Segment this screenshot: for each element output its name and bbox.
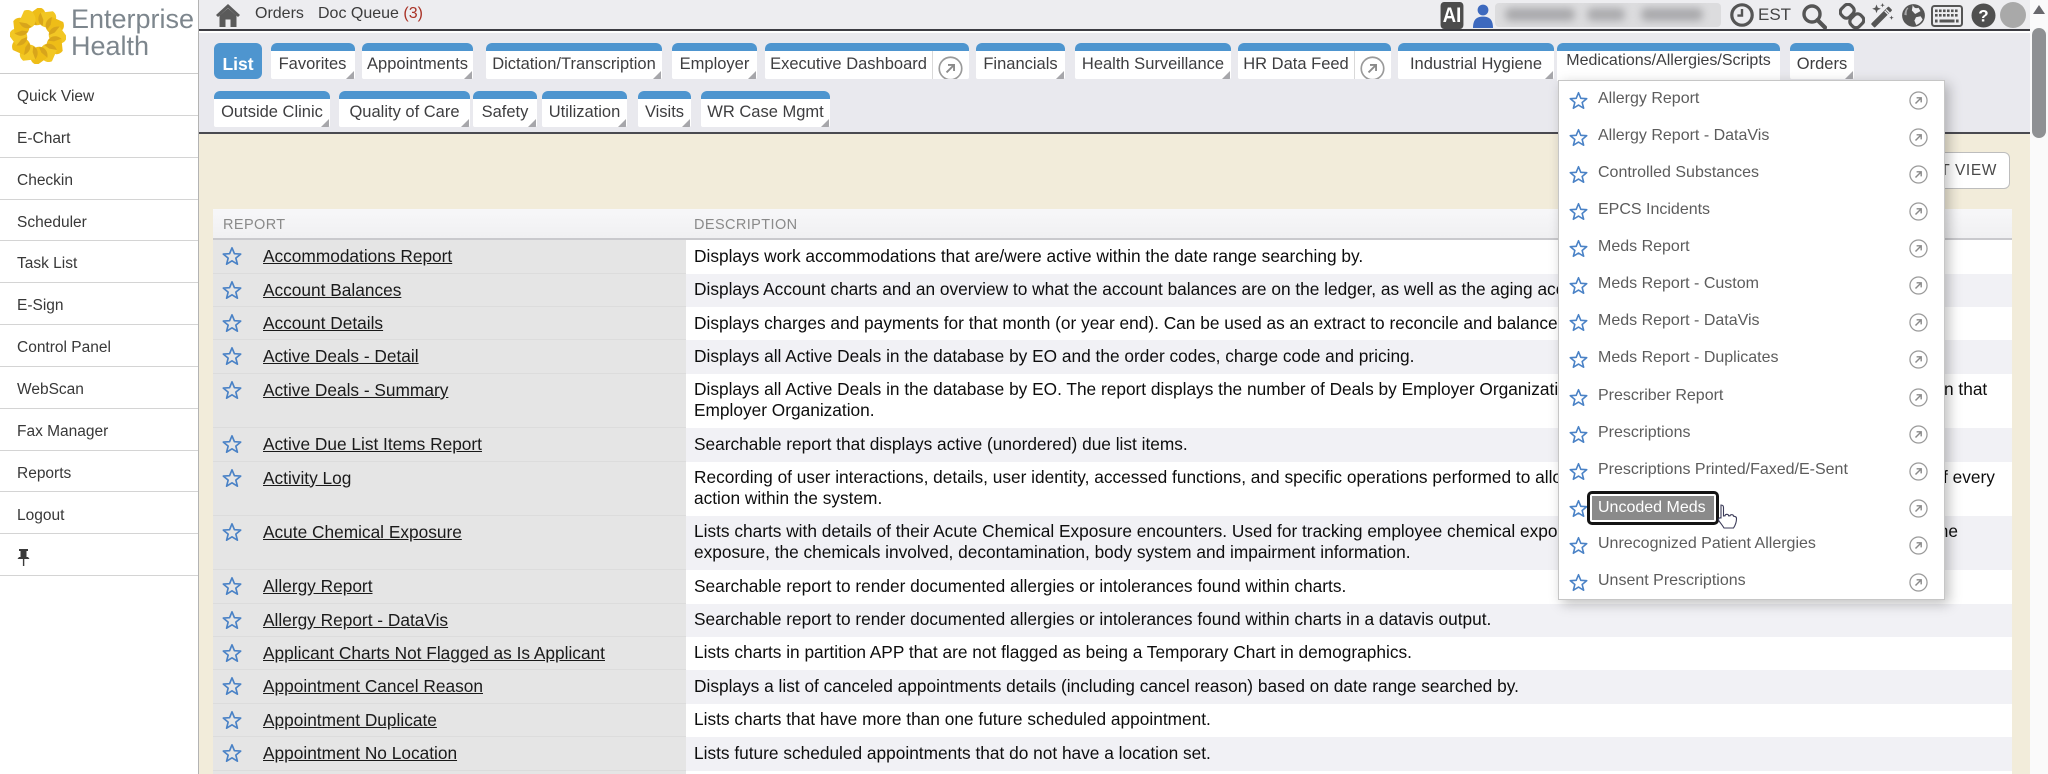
svg-text:?: ? [1978,7,1988,26]
